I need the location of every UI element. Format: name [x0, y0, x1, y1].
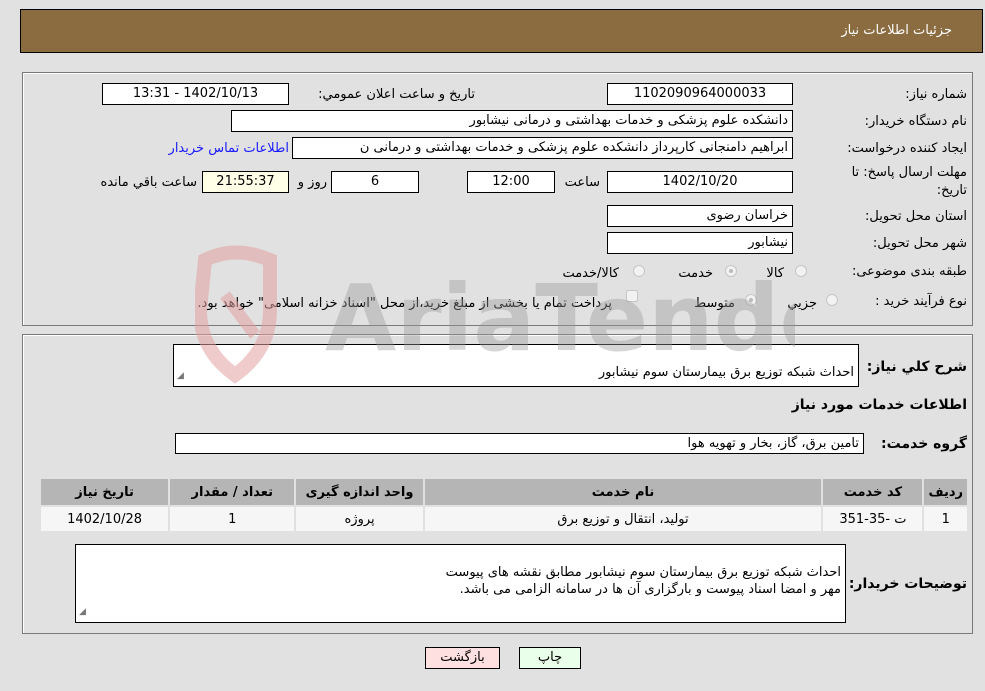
- header-service-code: کد خدمت: [823, 479, 923, 505]
- page-title: جزئیات اطلاعات نیاز: [841, 23, 952, 38]
- treasury-note: پرداخت تمام يا بخشی از مبلغ خريد،از محل …: [197, 296, 612, 311]
- table-header-row: رديف کد خدمت نام خدمت واحد اندازه گيری ت…: [41, 479, 967, 505]
- cell-service-name: تولید، انتقال و توزیع برق: [424, 507, 822, 531]
- deadline-time-label: ساعت: [564, 175, 600, 190]
- purchase-option-medium: متوسط: [694, 296, 735, 311]
- category-option-goods: کالا: [766, 266, 784, 281]
- category-radio-goods[interactable]: [795, 265, 807, 277]
- purchase-type-label: نوع فرآيند خريد :: [875, 294, 967, 309]
- page-header: جزئیات اطلاعات نیاز: [20, 9, 983, 53]
- buyer-notes-label: توضيحات خريدار:: [848, 576, 967, 592]
- announce-datetime-label: تاریخ و ساعت اعلان عمومي:: [318, 87, 475, 102]
- city-label: شهر محل تحويل:: [872, 236, 967, 251]
- buyer-org-label: نام دستگاه خريدار:: [864, 114, 967, 129]
- description-label: شرح کلي نياز:: [866, 359, 967, 375]
- buyer-org-field[interactable]: دانشکده علوم پزشکی و خدمات بهداشتی و درم…: [231, 110, 793, 132]
- purchase-radio-medium[interactable]: [745, 294, 757, 306]
- table-row: 1 ت -35-351 تولید، انتقال و توزیع برق پر…: [41, 507, 967, 531]
- category-radio-goods-service[interactable]: [633, 265, 645, 277]
- print-button[interactable]: چاپ: [519, 647, 581, 669]
- purchase-radio-minor[interactable]: [826, 294, 838, 306]
- need-number-field[interactable]: 1102090964000033: [607, 83, 793, 105]
- header-unit: واحد اندازه گيری: [296, 479, 423, 505]
- category-option-service: خدمت: [678, 266, 713, 281]
- description-text: احداث شبکه توزیع برق بیمارستان سوم نیشاب…: [598, 365, 854, 380]
- province-field[interactable]: خراسان رضوی: [607, 205, 793, 227]
- service-group-field[interactable]: تامین برق، گاز، بخار و تهویه هوا: [175, 433, 864, 454]
- cell-quantity: 1: [170, 507, 295, 531]
- resize-grip-icon[interactable]: ◢: [79, 604, 86, 621]
- category-radio-service[interactable]: [725, 265, 737, 277]
- category-option-goods-service: کالا/خدمت: [562, 266, 619, 281]
- header-row-number: رديف: [924, 479, 967, 505]
- deadline-label-line1: مهلت ارسال پاسخ: تا: [851, 165, 967, 180]
- time-remaining-label: ساعت باقي مانده: [100, 175, 197, 190]
- treasury-checkbox[interactable]: [626, 290, 638, 302]
- buyer-notes-field[interactable]: احداث شبکه توزیع برق بیمارستان سوم نیشاب…: [75, 544, 846, 623]
- description-field[interactable]: احداث شبکه توزیع برق بیمارستان سوم نیشاب…: [173, 344, 859, 387]
- services-section-title: اطلاعات خدمات مورد نياز: [791, 397, 967, 413]
- announce-datetime-field[interactable]: 1402/10/13 - 13:31: [102, 83, 289, 105]
- days-label: روز و: [297, 175, 327, 190]
- resize-grip-icon[interactable]: ◢: [177, 368, 184, 385]
- services-table: رديف کد خدمت نام خدمت واحد اندازه گيری ت…: [39, 477, 969, 533]
- back-button[interactable]: بازگشت: [425, 647, 500, 669]
- category-label: طبقه بندی موضوعی:: [851, 264, 967, 279]
- purchase-option-minor: جزيي: [787, 296, 817, 311]
- time-remaining-field: 21:55:37: [202, 171, 289, 193]
- cell-unit: پروژه: [296, 507, 423, 531]
- requester-field[interactable]: ابراهیم دامنجانی کارپرداز دانشکده علوم پ…: [292, 137, 793, 159]
- deadline-label-line2: تاريخ:: [936, 183, 967, 198]
- city-field[interactable]: نیشابور: [607, 232, 793, 254]
- header-service-name: نام خدمت: [424, 479, 822, 505]
- cell-need-date: 1402/10/28: [41, 507, 169, 531]
- header-quantity: تعداد / مقدار: [170, 479, 295, 505]
- deadline-date-field[interactable]: 1402/10/20: [607, 171, 793, 193]
- buyer-notes-text: احداث شبکه توزیع برق بیمارستان سوم نیشاب…: [445, 565, 841, 597]
- cell-row-number: 1: [924, 507, 967, 531]
- requester-label: ايجاد کننده درخواست:: [847, 141, 967, 156]
- province-label: استان محل تحويل:: [865, 209, 967, 224]
- service-group-label: گروه خدمت:: [881, 436, 967, 452]
- cell-service-code: ت -35-351: [823, 507, 923, 531]
- deadline-time-field[interactable]: 12:00: [467, 171, 555, 193]
- need-number-label: شماره نیاز:: [905, 87, 967, 102]
- buyer-contact-link[interactable]: اطلاعات تماس خريدار: [169, 141, 289, 156]
- header-need-date: تاريخ نياز: [41, 479, 169, 505]
- days-remaining-field[interactable]: 6: [331, 171, 419, 193]
